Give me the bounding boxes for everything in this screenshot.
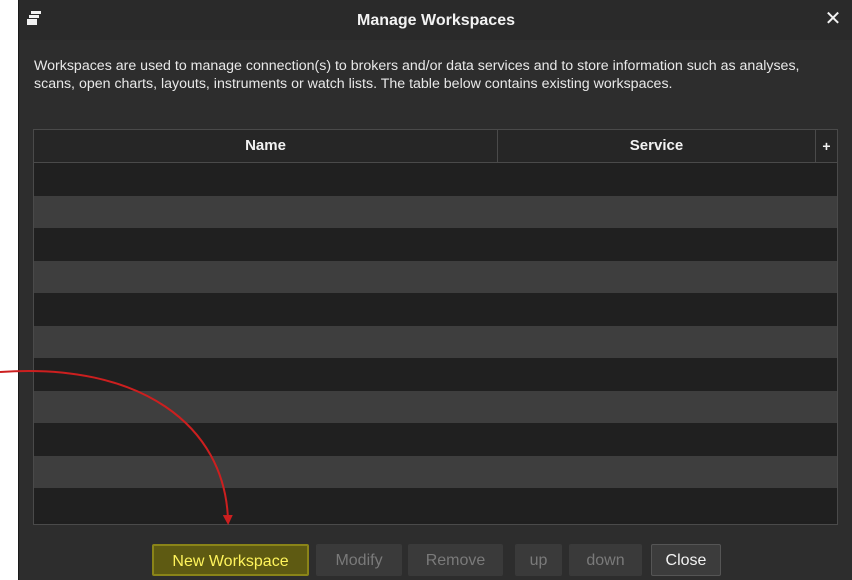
table-row — [34, 325, 837, 358]
title-bar: Manage Workspaces ✕ — [19, 0, 852, 40]
up-button[interactable]: up — [515, 544, 562, 576]
new-workspace-button[interactable]: New Workspace — [152, 544, 309, 576]
button-bar: New Workspace Modify Remove up down Clos… — [19, 530, 852, 580]
close-icon[interactable]: ✕ — [823, 8, 843, 28]
dialog-title: Manage Workspaces — [357, 12, 515, 29]
close-button[interactable]: Close — [651, 544, 721, 576]
table-row — [34, 423, 837, 456]
table-row — [34, 455, 837, 488]
table-row — [34, 228, 837, 261]
table-row — [34, 195, 837, 228]
table-body — [34, 163, 837, 521]
table-header: Name Service + — [34, 130, 837, 163]
table-row — [34, 260, 837, 293]
column-header-name[interactable]: Name — [34, 130, 498, 162]
modify-button[interactable]: Modify — [316, 544, 402, 576]
table-row — [34, 390, 837, 423]
down-button[interactable]: down — [569, 544, 642, 576]
table-row — [34, 488, 837, 521]
manage-workspaces-dialog: Manage Workspaces ✕ Workspaces are used … — [18, 0, 852, 580]
table-row — [34, 163, 837, 196]
plus-icon[interactable]: + — [816, 130, 837, 162]
workspaces-table: Name Service + — [33, 129, 838, 525]
table-row — [34, 293, 837, 326]
remove-button[interactable]: Remove — [408, 544, 503, 576]
dialog-description: Workspaces are used to manage connection… — [34, 58, 800, 92]
column-header-service[interactable]: Service — [498, 130, 816, 162]
table-row — [34, 358, 837, 391]
